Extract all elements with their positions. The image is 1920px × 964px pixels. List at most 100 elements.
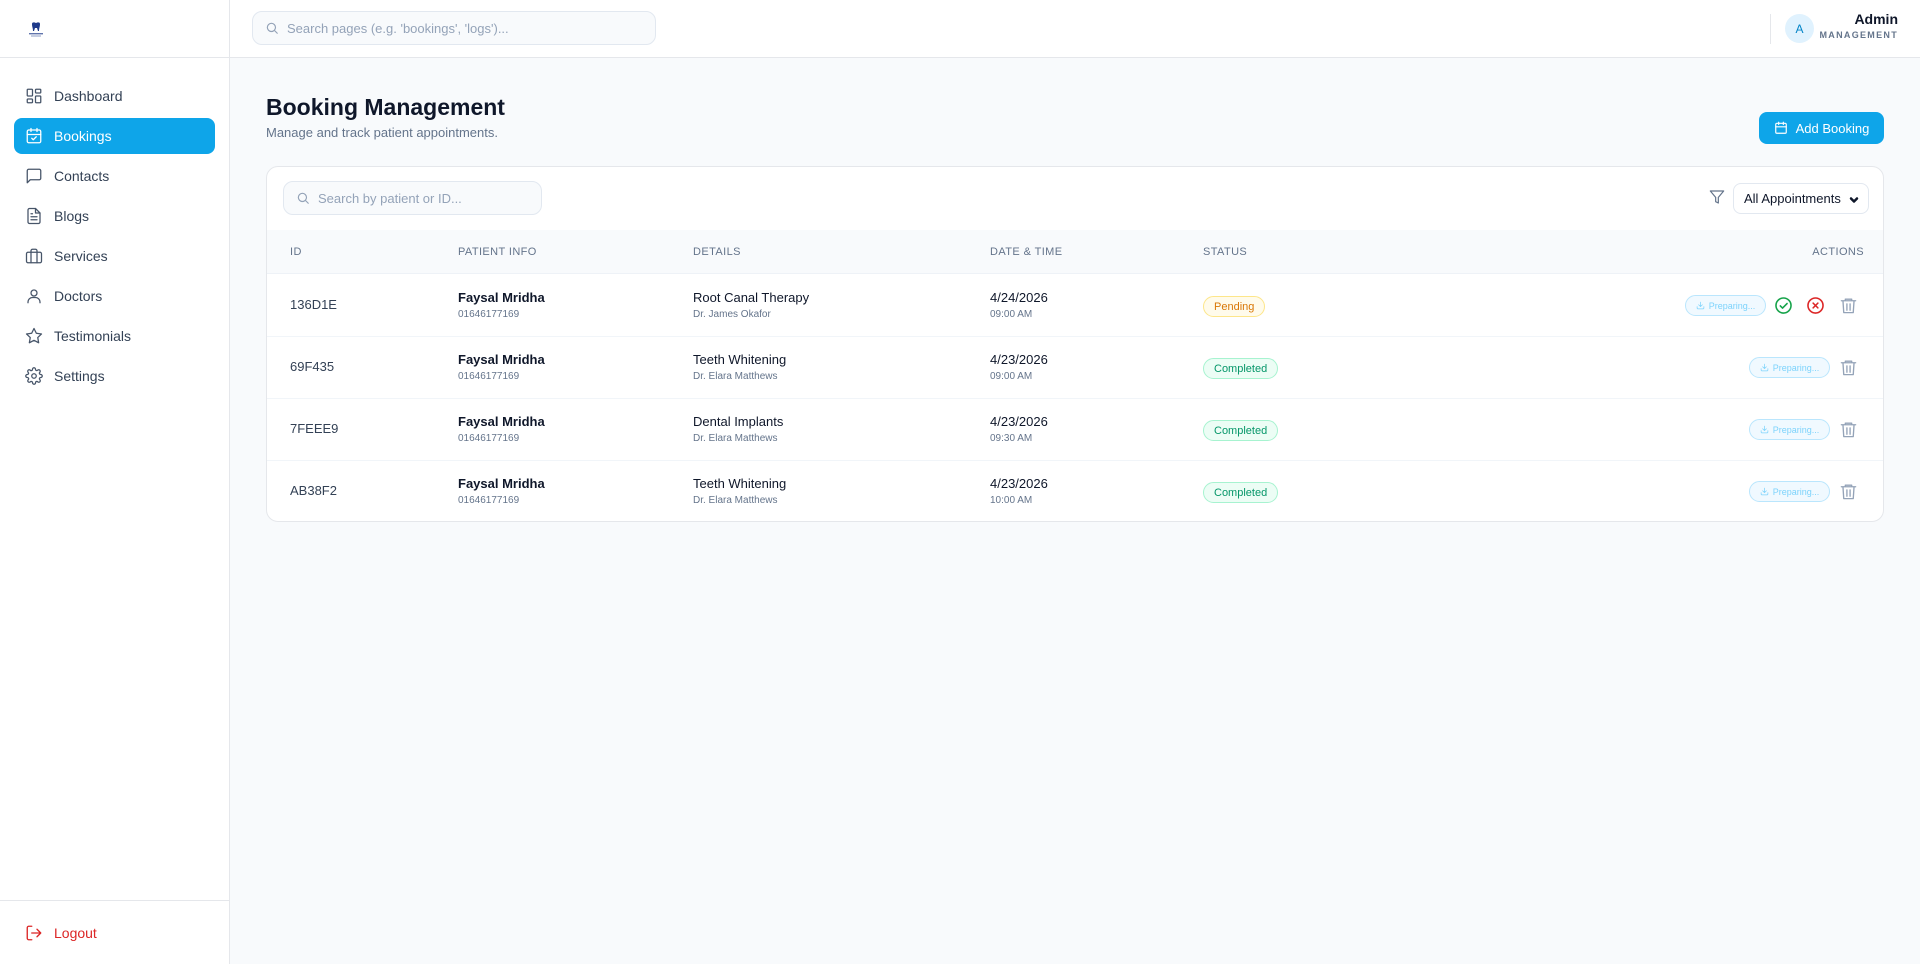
table-row: 7FEEE9 Faysal Mridha 01646177169 Dental … [267, 399, 1883, 461]
search-icon [297, 192, 309, 204]
logout-button[interactable]: Logout [0, 900, 229, 964]
sidebar-item-testimonials[interactable]: Testimonials [14, 318, 215, 354]
sidebar-item-contacts[interactable]: Contacts [14, 158, 215, 194]
bookings-table-card: All Appointments ID PATIENT INFO DETAILS… [266, 166, 1884, 522]
dashboard-icon [26, 88, 42, 104]
page-subtitle: Manage and track patient appointments. [266, 125, 498, 140]
sidebar-item-services[interactable]: Services [14, 238, 215, 274]
status-badge: Completed [1203, 482, 1279, 503]
search-icon [266, 22, 278, 34]
header-id: ID [290, 246, 302, 258]
table-row: 136D1E Faysal Mridha 01646177169 Root Ca… [267, 275, 1883, 337]
user-name: Admin [1854, 11, 1898, 27]
download-label: Preparing... [1708, 300, 1756, 311]
patient-name: Faysal Mridha [458, 476, 545, 491]
doctor-name: Dr. James Okafor [693, 309, 771, 320]
sidebar-item-blogs[interactable]: Blogs [14, 198, 215, 234]
booking-date: 4/23/2026 [990, 414, 1048, 429]
doctor-name: Dr. Elara Matthews [693, 495, 778, 506]
header-status: STATUS [1203, 246, 1248, 258]
sidebar-item-label: Doctors [54, 288, 103, 304]
service-name: Dental Implants [693, 414, 784, 429]
booking-time: 09:30 AM [990, 433, 1033, 444]
reject-icon[interactable] [1806, 296, 1825, 315]
service-name: Teeth Whitening [693, 352, 787, 367]
patient-phone: 01646177169 [458, 371, 520, 382]
booking-id: AB38F2 [290, 483, 337, 498]
booking-time: 09:00 AM [990, 309, 1033, 320]
status-badge: Pending [1203, 296, 1266, 317]
sidebar-item-label: Contacts [54, 168, 110, 184]
sidebar-item-doctors[interactable]: Doctors [14, 278, 215, 314]
download-button[interactable]: Preparing... [1749, 481, 1830, 502]
table-header: ID PATIENT INFO DETAILS DATE & TIME STAT… [267, 230, 1883, 274]
sidebar: Dashboard Bookings Contacts Blogs Servic… [0, 0, 230, 964]
sidebar-item-bookings[interactable]: Bookings [14, 118, 215, 154]
calendar-icon [1774, 121, 1787, 134]
gear-icon [25, 367, 43, 385]
sidebar-item-settings[interactable]: Settings [14, 358, 215, 394]
trash-icon[interactable] [1839, 420, 1858, 439]
download-button[interactable]: Preparing... [1749, 357, 1830, 378]
booking-id: 136D1E [290, 297, 337, 312]
calendar-check-icon [26, 127, 42, 144]
approve-icon[interactable] [1774, 296, 1793, 315]
booking-date: 4/24/2026 [990, 290, 1048, 305]
table-row: AB38F2 Faysal Mridha 01646177169 Teeth W… [267, 461, 1883, 521]
table-row: 69F435 Faysal Mridha 01646177169 Teeth W… [267, 337, 1883, 399]
add-booking-button[interactable]: Add Booking [1759, 112, 1884, 144]
download-icon [1760, 363, 1768, 372]
logout-label: Logout [54, 924, 97, 941]
briefcase-icon [25, 248, 43, 264]
patient-phone: 01646177169 [458, 495, 520, 506]
sidebar-nav: Dashboard Bookings Contacts Blogs Servic… [0, 58, 229, 394]
download-icon [1696, 301, 1704, 310]
sidebar-item-label: Dashboard [54, 88, 123, 104]
user-info[interactable]: Admin MANAGEMENT [1820, 11, 1899, 40]
sidebar-item-dashboard[interactable]: Dashboard [14, 78, 215, 114]
chevron-down-icon [1849, 197, 1859, 203]
logo-icon[interactable] [26, 19, 46, 39]
booking-id: 69F435 [290, 359, 335, 374]
doctor-name: Dr. Elara Matthews [693, 371, 778, 382]
topbar-divider [1770, 14, 1771, 44]
header-details: DETAILS [693, 246, 741, 258]
sidebar-item-label: Blogs [54, 208, 90, 224]
trash-icon[interactable] [1839, 482, 1858, 501]
header-actions: ACTIONS [1812, 246, 1864, 258]
logout-icon [26, 925, 42, 940]
filter-icon [1709, 190, 1725, 204]
add-booking-label: Add Booking [1795, 120, 1870, 136]
global-search-input[interactable] [287, 20, 647, 36]
table-search-input[interactable] [318, 190, 538, 206]
booking-date: 4/23/2026 [990, 352, 1048, 367]
global-search[interactable] [252, 11, 656, 45]
avatar[interactable]: A [1785, 14, 1814, 43]
table-search[interactable] [283, 181, 542, 215]
download-label: Preparing... [1772, 424, 1820, 435]
booking-id: 7FEEE9 [290, 421, 339, 436]
star-icon [25, 327, 43, 344]
sidebar-item-label: Testimonials [54, 328, 132, 344]
download-button[interactable]: Preparing... [1685, 295, 1766, 316]
topbar: A Admin MANAGEMENT [230, 0, 1920, 58]
download-button[interactable]: Preparing... [1749, 419, 1830, 440]
header-patient: PATIENT INFO [458, 246, 537, 258]
patient-name: Faysal Mridha [458, 290, 545, 305]
user-icon [27, 289, 41, 304]
trash-icon[interactable] [1839, 358, 1858, 377]
trash-icon[interactable] [1839, 296, 1858, 315]
patient-name: Faysal Mridha [458, 352, 545, 367]
user-role: MANAGEMENT [1819, 30, 1898, 40]
patient-phone: 01646177169 [458, 433, 520, 444]
patient-name: Faysal Mridha [458, 414, 545, 429]
patient-phone: 01646177169 [458, 309, 520, 320]
header-datetime: DATE & TIME [990, 246, 1063, 258]
sidebar-item-label: Bookings [54, 128, 112, 144]
sidebar-item-label: Settings [54, 368, 105, 384]
page-title: Booking Management [266, 94, 505, 120]
booking-time: 10:00 AM [990, 495, 1033, 506]
booking-date: 4/23/2026 [990, 476, 1048, 491]
status-filter-select[interactable]: All Appointments [1733, 183, 1869, 214]
doctor-name: Dr. Elara Matthews [693, 433, 778, 444]
